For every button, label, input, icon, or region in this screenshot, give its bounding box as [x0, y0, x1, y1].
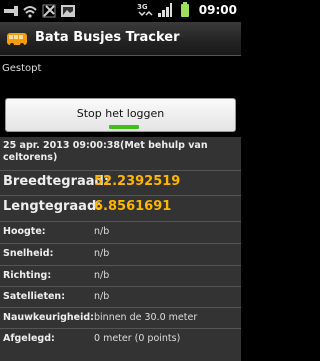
accuracy-label: Nauwkeurigheid:	[3, 312, 94, 323]
latitude-value: 52.2392519	[94, 174, 181, 189]
usb-icon	[4, 6, 18, 16]
speed-label: Snelheid:	[3, 248, 54, 259]
longitude-value: 6.8561691	[94, 199, 172, 214]
longitude-row: Lengtegraad: 6.8561691	[0, 195, 241, 219]
active-indicator	[109, 125, 139, 129]
image-icon	[61, 5, 75, 17]
distance-value: 0 meter (0 points)	[94, 333, 181, 344]
stop-logging-button[interactable]: Stop het loggen	[5, 98, 236, 132]
altitude-row: Hoogte: n/b	[0, 221, 241, 242]
latitude-row: Breedtegraad: 52.2392519	[0, 170, 241, 194]
signal-bars-icon	[157, 3, 172, 17]
altitude-label: Hoogte:	[3, 226, 46, 237]
debug-icon	[42, 4, 56, 18]
svg-text:3G: 3G	[137, 3, 148, 11]
3g-signal-icon: 3G	[137, 3, 153, 17]
accuracy-row: Nauwkeurigheid: binnen de 30.0 meter	[0, 307, 241, 328]
logging-status: Gestopt	[2, 63, 42, 74]
satellites-value: n/b	[94, 291, 110, 302]
direction-label: Richting:	[3, 270, 52, 281]
app-title: Bata Busjes Tracker	[35, 30, 180, 45]
timestamp: 25 apr. 2013 09:00:38(Met behulp van cel…	[3, 140, 208, 163]
longitude-label: Lengtegraad:	[3, 199, 102, 214]
bus-icon	[7, 33, 27, 47]
speed-value: n/b	[94, 248, 110, 259]
clock: 09:00	[198, 3, 237, 17]
accuracy-value: binnen de 30.0 meter	[94, 312, 198, 323]
stop-logging-button-label: Stop het loggen	[76, 107, 165, 120]
speed-row: Snelheid: n/b	[0, 243, 241, 264]
wifi-icon	[23, 6, 37, 18]
direction-row: Richting: n/b	[0, 265, 241, 286]
status-bar: 3G 09:00	[0, 0, 241, 22]
title-bar: Bata Busjes Tracker	[0, 22, 241, 56]
direction-value: n/b	[94, 270, 110, 281]
altitude-value: n/b	[94, 226, 110, 237]
satellites-row: Satellieten: n/b	[0, 286, 241, 307]
distance-label: Afgelegd:	[3, 333, 55, 344]
satellites-label: Satellieten:	[3, 291, 65, 302]
battery-icon	[180, 2, 189, 17]
distance-row: Afgelegd: 0 meter (0 points)	[0, 328, 241, 349]
